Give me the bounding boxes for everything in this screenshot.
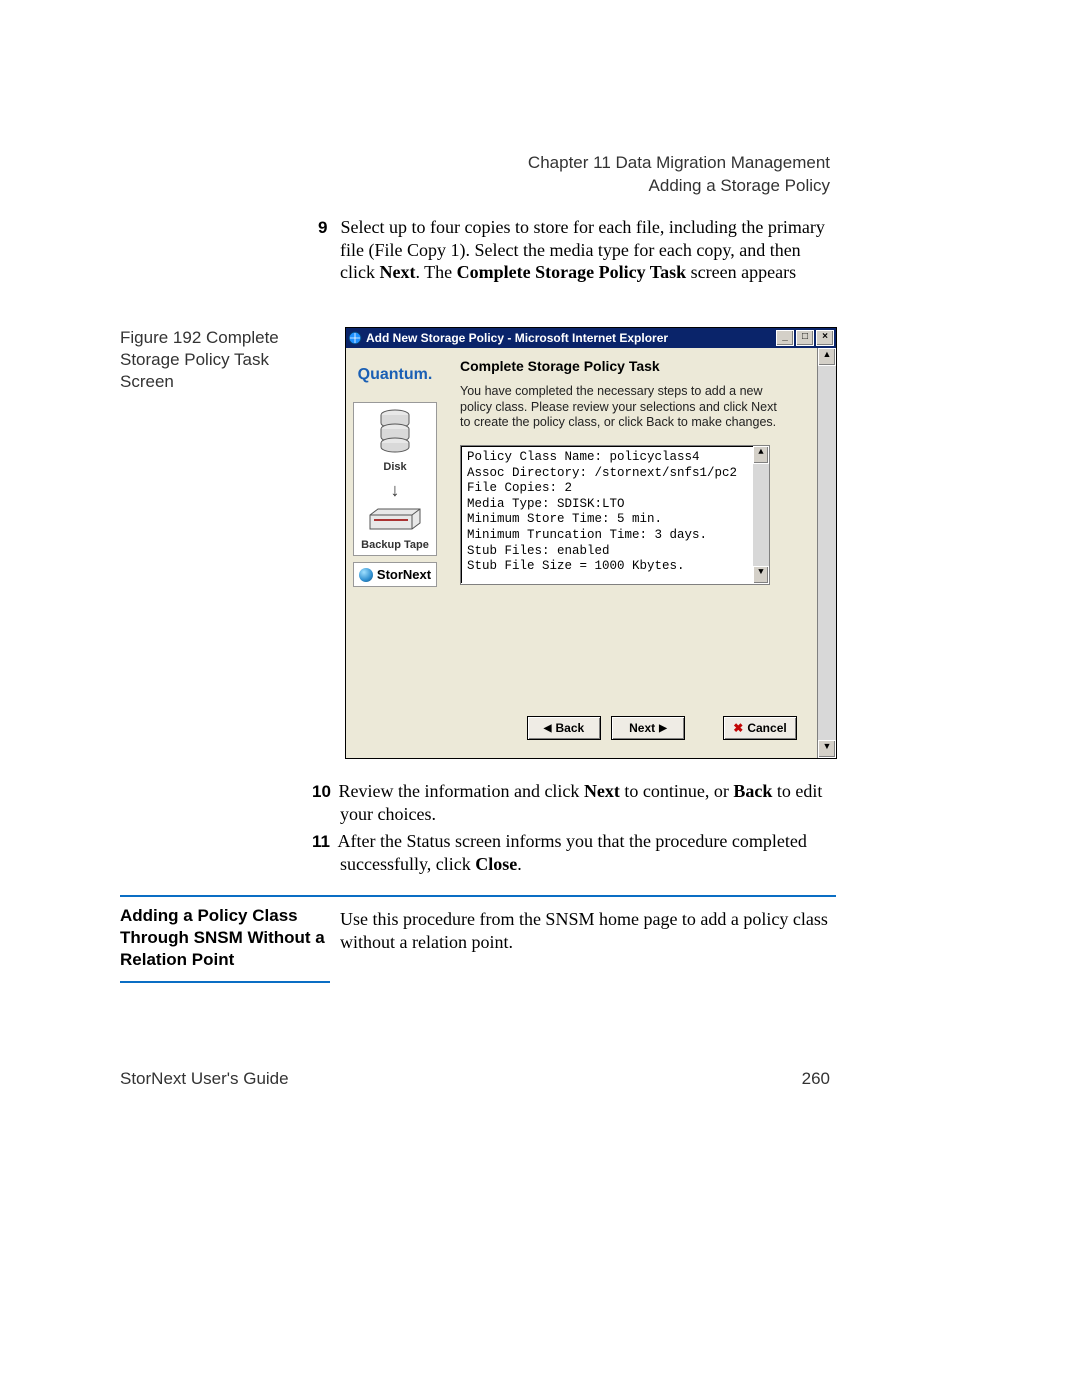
footer-page-number: 260 bbox=[802, 1069, 830, 1089]
brand-logo: Quantum. bbox=[358, 366, 433, 384]
arrow-down-icon: ↓ bbox=[391, 481, 400, 499]
triangle-right-icon: ▶ bbox=[659, 723, 667, 734]
next-button[interactable]: Next ▶ bbox=[611, 716, 685, 740]
summary-scrollbar[interactable]: ▲▼ bbox=[753, 446, 769, 584]
subsection-rule bbox=[120, 895, 836, 897]
wizard-button-row: ◀ Back Next ▶ ✖ Cancel bbox=[460, 716, 805, 740]
summary-line-5: Minimum Truncation Time: 3 days. bbox=[467, 528, 707, 542]
summary-line-4: Minimum Store Time: 5 min. bbox=[467, 512, 662, 526]
footer-guide: StorNext User's Guide bbox=[120, 1069, 289, 1089]
step-10-next: Next bbox=[584, 781, 620, 801]
back-button[interactable]: ◀ Back bbox=[527, 716, 601, 740]
disk-label: Disk bbox=[383, 461, 406, 473]
step-11-close: Close bbox=[475, 854, 517, 874]
maximize-icon[interactable]: □ bbox=[796, 330, 814, 346]
scroll-down-icon[interactable]: ▼ bbox=[753, 566, 769, 584]
summary-textbox[interactable]: Policy Class Name: policyclass4 Assoc Di… bbox=[460, 445, 770, 585]
figure-caption: Figure 192 Complete Storage Policy Task … bbox=[120, 327, 300, 393]
disk-icon bbox=[377, 409, 413, 453]
dialog-screenshot: Add New Storage Policy - Microsoft Inter… bbox=[345, 327, 837, 759]
wizard-left-panel: Quantum. Disk ↓ bbox=[346, 348, 444, 758]
step-9: 9 Select up to four copies to store for … bbox=[340, 216, 840, 284]
subsection-heading: Adding a Policy Class Through SNSM Witho… bbox=[120, 905, 330, 983]
cancel-button-label: Cancel bbox=[747, 721, 786, 735]
subsection-body: Use this procedure from the SNSM home pa… bbox=[340, 908, 836, 953]
back-button-label: Back bbox=[556, 721, 585, 735]
wizard-main-panel: Complete Storage Policy Task You have co… bbox=[444, 348, 817, 758]
disk-card: Disk ↓ Backup Tape bbox=[353, 402, 437, 556]
scroll-up-icon[interactable]: ▲ bbox=[753, 446, 769, 464]
summary-line-7: Stub File Size = 1000 Kbytes. bbox=[467, 559, 685, 573]
summary-line-6: Stub Files: enabled bbox=[467, 544, 610, 558]
scroll-up-icon[interactable]: ▲ bbox=[818, 348, 836, 366]
window-title: Add New Storage Policy - Microsoft Inter… bbox=[366, 331, 668, 345]
step-9-text-post: screen appears bbox=[686, 262, 796, 282]
step-10: 10 Review the information and click Next… bbox=[340, 780, 840, 825]
x-icon: ✖ bbox=[733, 721, 743, 735]
summary-line-2: File Copies: 2 bbox=[467, 481, 572, 495]
section-line: Adding a Storage Policy bbox=[528, 175, 830, 198]
step-10-pre: Review the information and click bbox=[339, 781, 584, 801]
close-icon[interactable]: × bbox=[816, 330, 834, 346]
summary-line-1: Assoc Directory: /stornext/snfs1/pc2 bbox=[467, 466, 737, 480]
step-11-pre: After the Status screen informs you that… bbox=[338, 831, 807, 874]
stornext-badge: StorNext bbox=[353, 562, 437, 587]
step-9-text-mid: . The bbox=[415, 262, 456, 282]
stornext-label: StorNext bbox=[377, 567, 431, 582]
tape-label: Backup Tape bbox=[361, 539, 429, 551]
scroll-down-icon[interactable]: ▼ bbox=[818, 740, 836, 758]
cancel-button[interactable]: ✖ Cancel bbox=[723, 716, 797, 740]
step-9-bold-next: Next bbox=[379, 262, 415, 282]
tape-drive-icon bbox=[368, 507, 422, 531]
step-9-bold-title: Complete Storage Policy Task bbox=[457, 262, 687, 282]
window-scrollbar[interactable]: ▲ ▼ bbox=[817, 348, 836, 758]
task-description: You have completed the necessary steps t… bbox=[460, 384, 790, 431]
task-title: Complete Storage Policy Task bbox=[460, 358, 805, 374]
summary-line-3: Media Type: SDISK:LTO bbox=[467, 497, 625, 511]
ie-icon bbox=[348, 331, 362, 345]
summary-line-0: Policy Class Name: policyclass4 bbox=[467, 450, 700, 464]
step-11: 11 After the Status screen informs you t… bbox=[340, 830, 840, 875]
step-9-number: 9 bbox=[318, 217, 336, 238]
chapter-line: Chapter 11 Data Migration Management bbox=[528, 152, 830, 175]
next-button-label: Next bbox=[629, 721, 655, 735]
step-10-number: 10 bbox=[312, 781, 334, 802]
triangle-left-icon: ◀ bbox=[544, 723, 552, 734]
step-10-back: Back bbox=[733, 781, 772, 801]
running-header: Chapter 11 Data Migration Management Add… bbox=[528, 152, 830, 198]
step-11-post: . bbox=[517, 854, 522, 874]
minimize-icon[interactable]: _ bbox=[776, 330, 794, 346]
step-10-mid: to continue, or bbox=[620, 781, 733, 801]
step-11-number: 11 bbox=[312, 831, 334, 852]
globe-icon bbox=[359, 568, 373, 582]
window-titlebar[interactable]: Add New Storage Policy - Microsoft Inter… bbox=[346, 328, 836, 348]
